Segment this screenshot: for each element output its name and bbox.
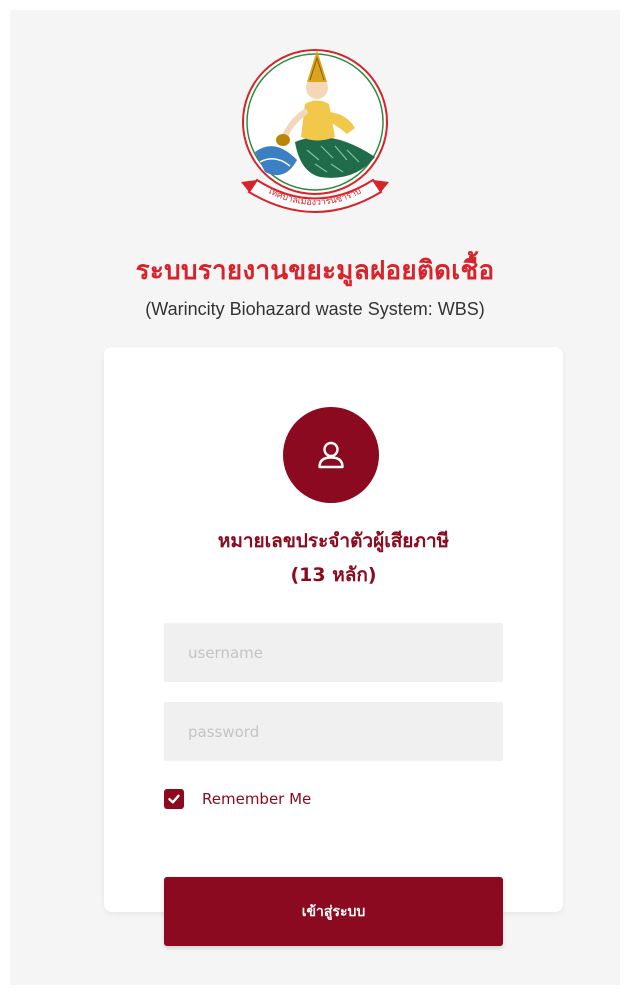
login-button[interactable]: เข้าสู่ระบบ [164, 877, 503, 946]
username-input[interactable] [164, 623, 503, 682]
avatar [283, 407, 379, 503]
user-icon [318, 441, 344, 469]
system-subtitle: (Warincity Biohazard waste System: WBS) [145, 299, 485, 319]
system-title: ระบบรายงานขยะมูลฝอยติดเชื้อ [135, 255, 495, 285]
remember-me-label: Remember Me [202, 790, 312, 808]
login-heading-line2: (13 หลัก) [290, 564, 377, 586]
municipal-seal-icon: เทศบาลเมืองวารินชำราบ [235, 42, 395, 222]
password-input[interactable] [164, 702, 503, 761]
checkmark-icon [168, 794, 180, 804]
login-heading-line1: หมายเลขประจำตัวผู้เสียภาษี [217, 530, 450, 552]
login-card: หมายเลขประจำตัวผู้เสียภาษี (13 หลัก) Rem… [104, 347, 563, 912]
remember-me-toggle[interactable]: Remember Me [164, 788, 311, 810]
login-heading: หมายเลขประจำตัวผู้เสียภาษี (13 หลัก) [104, 524, 563, 592]
remember-me-checkbox[interactable] [164, 789, 184, 809]
